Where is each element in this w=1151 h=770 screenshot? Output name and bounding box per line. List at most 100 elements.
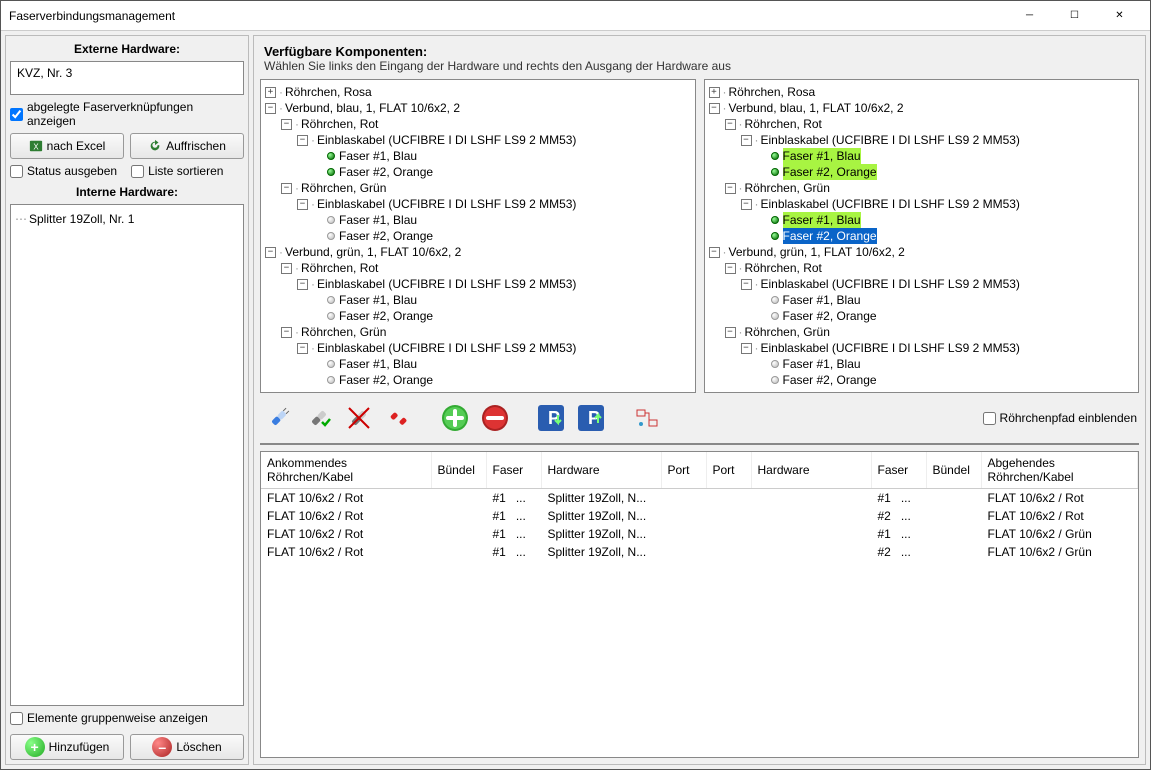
tree-node[interactable]: −·Röhrchen, Grün (263, 324, 693, 340)
expander-icon[interactable]: − (709, 103, 720, 114)
splitter-bar[interactable] (260, 443, 1139, 445)
expander-icon[interactable]: + (265, 87, 276, 98)
table-row[interactable]: FLAT 10/6x2 / Rot#1 ...Splitter 19Zoll, … (261, 543, 1138, 561)
tree-node[interactable]: −·Röhrchen, Rot (707, 116, 1137, 132)
tree-node[interactable]: +·Röhrchen, Rosa (263, 84, 693, 100)
tree-node[interactable]: −·Röhrchen, Grün (707, 180, 1137, 196)
col-port-in[interactable]: Port (661, 452, 706, 489)
col-bundle-out[interactable]: Bündel (926, 452, 981, 489)
show-stored-links-input[interactable] (10, 108, 23, 121)
expander-icon[interactable]: − (725, 263, 736, 274)
expander-icon[interactable]: − (741, 279, 752, 290)
tree-node[interactable]: −·Verbund, grün, 1, FLAT 10/6x2, 2 (707, 244, 1137, 260)
tree-node[interactable]: −·Röhrchen, Rot (263, 260, 693, 276)
tree-node[interactable]: Faser #2, Orange (707, 228, 1137, 244)
show-stored-links-checkbox[interactable]: abgelegte Faserverknüpfungen anzeigen (10, 98, 244, 130)
expander-icon[interactable]: − (297, 199, 308, 210)
tree-node[interactable]: Faser #2, Orange (263, 164, 693, 180)
expander-icon[interactable]: − (297, 279, 308, 290)
tree-node[interactable]: Faser #1, Blau (707, 356, 1137, 372)
connect-checked-button[interactable] (302, 401, 336, 435)
tree-node[interactable]: Faser #2, Orange (263, 228, 693, 244)
tree-node[interactable]: −·Einblaskabel (UCFIBRE I DI LSHF LS9 2 … (707, 276, 1137, 292)
refresh-button[interactable]: Auffrischen (130, 133, 244, 159)
diagram-button[interactable] (630, 401, 664, 435)
connect-cross-button[interactable] (342, 401, 376, 435)
col-hw-in[interactable]: Hardware (541, 452, 661, 489)
tree-node[interactable]: −·Einblaskabel (UCFIBRE I DI LSHF LS9 2 … (707, 132, 1137, 148)
tree-node[interactable]: −·Verbund, blau, 1, FLAT 10/6x2, 2 (263, 100, 693, 116)
col-outgoing[interactable]: Abgehendes Röhrchen/Kabel (981, 452, 1138, 489)
delete-button[interactable]: – Löschen (130, 734, 244, 760)
tree-node[interactable]: Faser #1, Blau (707, 292, 1137, 308)
connections-table[interactable]: Ankommendes Röhrchen/Kabel Bündel Faser … (261, 452, 1138, 561)
park-up-button[interactable]: P (574, 401, 608, 435)
tree-node[interactable]: Faser #1, Blau (707, 148, 1137, 164)
tree-node[interactable]: −·Einblaskabel (UCFIBRE I DI LSHF LS9 2 … (707, 196, 1137, 212)
expander-icon[interactable]: − (741, 135, 752, 146)
internal-hardware-item[interactable]: ⋯ Splitter 19Zoll, Nr. 1 (15, 211, 239, 227)
tree-node[interactable]: −·Einblaskabel (UCFIBRE I DI LSHF LS9 2 … (263, 276, 693, 292)
output-tree[interactable]: +·Röhrchen, Rosa−·Verbund, blau, 1, FLAT… (704, 79, 1140, 393)
group-elements-input[interactable] (10, 712, 23, 725)
disconnect-button[interactable] (382, 401, 416, 435)
internal-hardware-tree[interactable]: ⋯ Splitter 19Zoll, Nr. 1 (10, 204, 244, 706)
sort-list-input[interactable] (131, 165, 144, 178)
tree-node[interactable]: +·Röhrchen, Rosa (707, 84, 1137, 100)
tree-node[interactable]: −·Einblaskabel (UCFIBRE I DI LSHF LS9 2 … (263, 196, 693, 212)
status-output-input[interactable] (10, 165, 23, 178)
expander-icon[interactable]: − (281, 327, 292, 338)
tree-node[interactable]: Faser #2, Orange (263, 308, 693, 324)
tree-node[interactable]: Faser #2, Orange (263, 372, 693, 388)
close-button[interactable]: ✕ (1097, 1, 1142, 30)
add-row-button[interactable] (438, 401, 472, 435)
expander-icon[interactable]: − (709, 247, 720, 258)
tree-node[interactable]: Faser #2, Orange (707, 372, 1137, 388)
tree-node[interactable]: −·Röhrchen, Rot (263, 116, 693, 132)
expander-icon[interactable]: + (709, 87, 720, 98)
expander-icon[interactable]: − (725, 327, 736, 338)
expander-icon[interactable]: − (297, 343, 308, 354)
expander-icon[interactable]: − (741, 199, 752, 210)
col-incoming[interactable]: Ankommendes Röhrchen/Kabel (261, 452, 431, 489)
expander-icon[interactable]: − (297, 135, 308, 146)
minimize-button[interactable]: ─ (1007, 1, 1052, 30)
tree-node[interactable]: Faser #1, Blau (707, 212, 1137, 228)
table-row[interactable]: FLAT 10/6x2 / Rot#1 ...Splitter 19Zoll, … (261, 489, 1138, 508)
input-tree[interactable]: +·Röhrchen, Rosa−·Verbund, blau, 1, FLAT… (260, 79, 696, 393)
tree-node[interactable]: Faser #1, Blau (263, 212, 693, 228)
connect-single-button[interactable] (262, 401, 296, 435)
tree-node[interactable]: −·Einblaskabel (UCFIBRE I DI LSHF LS9 2 … (707, 340, 1137, 356)
tree-node[interactable]: Faser #1, Blau (263, 292, 693, 308)
expander-icon[interactable]: − (725, 119, 736, 130)
col-hw-out[interactable]: Hardware (751, 452, 871, 489)
tree-node[interactable]: Faser #2, Orange (707, 164, 1137, 180)
tree-node[interactable]: Faser #1, Blau (263, 356, 693, 372)
expander-icon[interactable]: − (741, 343, 752, 354)
col-port-out[interactable]: Port (706, 452, 751, 489)
expander-icon[interactable]: − (281, 183, 292, 194)
tree-node[interactable]: −·Röhrchen, Grün (707, 324, 1137, 340)
status-output-checkbox[interactable]: Status ausgeben (10, 162, 117, 180)
tree-node[interactable]: Faser #1, Blau (263, 148, 693, 164)
table-row[interactable]: FLAT 10/6x2 / Rot#1 ...Splitter 19Zoll, … (261, 525, 1138, 543)
park-down-button[interactable]: P (534, 401, 568, 435)
tree-node[interactable]: −·Verbund, blau, 1, FLAT 10/6x2, 2 (707, 100, 1137, 116)
export-excel-button[interactable]: X nach Excel (10, 133, 124, 159)
expander-icon[interactable]: − (725, 183, 736, 194)
expander-icon[interactable]: − (265, 247, 276, 258)
tree-node[interactable]: −·Röhrchen, Grün (263, 180, 693, 196)
tree-node[interactable]: Faser #2, Orange (707, 308, 1137, 324)
add-button[interactable]: + Hinzufügen (10, 734, 124, 760)
external-hardware-value[interactable]: KVZ, Nr. 3 (10, 61, 244, 95)
col-fiber-out[interactable]: Faser (871, 452, 926, 489)
table-row[interactable]: FLAT 10/6x2 / Rot#1 ...Splitter 19Zoll, … (261, 507, 1138, 525)
maximize-button[interactable]: ☐ (1052, 1, 1097, 30)
col-bundle-in[interactable]: Bündel (431, 452, 486, 489)
tree-node[interactable]: −·Verbund, grün, 1, FLAT 10/6x2, 2 (263, 244, 693, 260)
remove-row-button[interactable] (478, 401, 512, 435)
expander-icon[interactable]: − (281, 263, 292, 274)
tree-node[interactable]: −·Einblaskabel (UCFIBRE I DI LSHF LS9 2 … (263, 340, 693, 356)
expander-icon[interactable]: − (265, 103, 276, 114)
show-tubepath-checkbox[interactable]: Röhrchenpfad einblenden (983, 410, 1137, 427)
